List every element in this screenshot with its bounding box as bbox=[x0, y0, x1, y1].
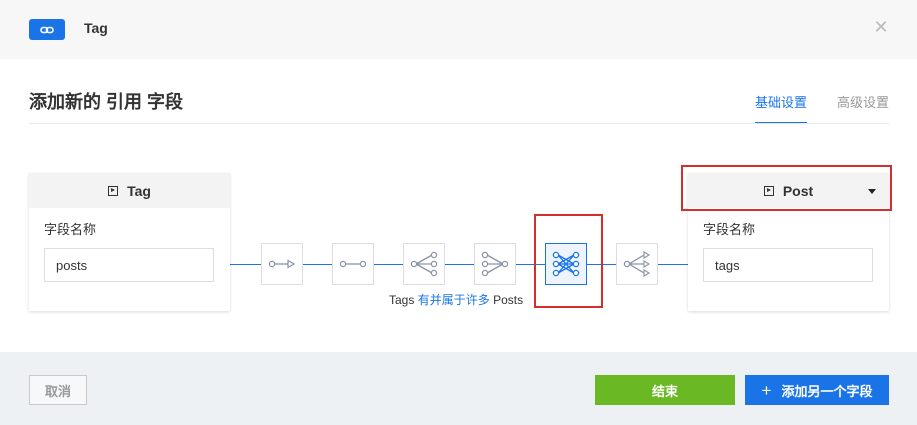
many-to-one-icon[interactable] bbox=[474, 243, 516, 285]
close-icon[interactable]: ✕ bbox=[872, 18, 890, 36]
model-icon bbox=[108, 185, 119, 196]
modal-header: Tag ✕ bbox=[0, 0, 917, 59]
tab-advanced-settings[interactable]: 高级设置 bbox=[837, 92, 889, 124]
modal-footer: 取消 结束 + 添加另一个字段 bbox=[0, 352, 917, 425]
caption-target: Posts bbox=[493, 293, 524, 307]
highlight-relation-type bbox=[534, 214, 603, 308]
add-another-field-button[interactable]: + 添加另一个字段 bbox=[745, 375, 889, 405]
cancel-button[interactable]: 取消 bbox=[29, 375, 87, 405]
highlight-target-model bbox=[681, 165, 892, 211]
one-to-one-icon[interactable] bbox=[332, 243, 374, 285]
relation-caption: Tags 有并属于许多 Posts bbox=[389, 291, 523, 308]
one-way-many-icon[interactable] bbox=[616, 243, 658, 285]
one-to-many-icon[interactable] bbox=[403, 243, 445, 285]
caption-relation: 有并属于许多 bbox=[417, 293, 490, 307]
source-model-panel: Tag 字段名称 bbox=[29, 173, 230, 311]
source-field-label: 字段名称 bbox=[44, 222, 97, 237]
link-icon bbox=[29, 19, 65, 40]
target-field-label: 字段名称 bbox=[703, 222, 756, 237]
source-model-header: Tag bbox=[29, 173, 230, 208]
finish-button[interactable]: 结束 bbox=[595, 375, 735, 405]
plus-icon: + bbox=[761, 380, 772, 400]
source-field-input[interactable] bbox=[44, 248, 214, 282]
settings-tabs: 基础设置 高级设置 bbox=[754, 92, 889, 124]
source-model-name: Tag bbox=[127, 182, 151, 199]
one-way-reference-icon[interactable] bbox=[261, 243, 303, 285]
caption-source: Tags bbox=[389, 293, 415, 307]
target-field-input[interactable] bbox=[703, 248, 873, 282]
divider bbox=[29, 123, 889, 124]
add-another-field-label: 添加另一个字段 bbox=[781, 383, 873, 399]
tab-basic-settings[interactable]: 基础设置 bbox=[754, 92, 807, 124]
dialog-subtitle: 添加新的 引用 字段 bbox=[29, 92, 184, 112]
model-title: Tag bbox=[84, 20, 108, 36]
